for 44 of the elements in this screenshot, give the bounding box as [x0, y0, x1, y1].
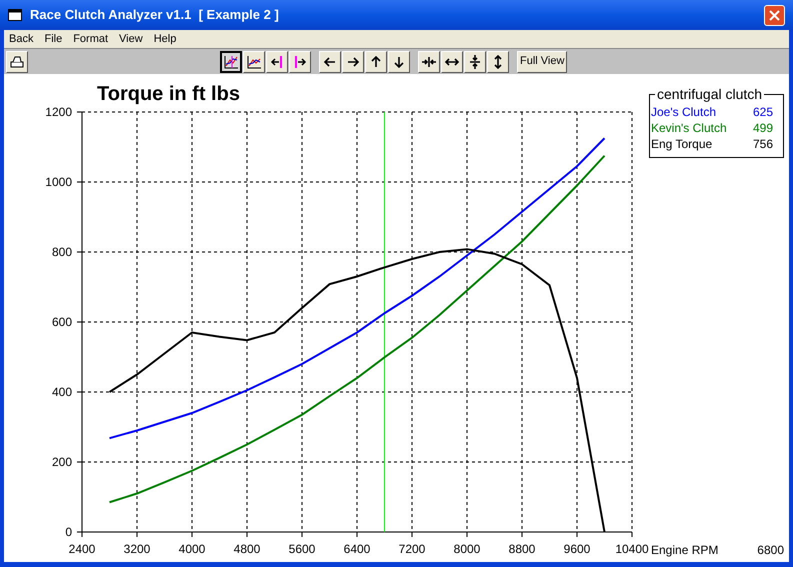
arrow-from-line-icon	[292, 54, 308, 70]
readout-label: Engine RPM	[651, 542, 718, 559]
arrow-to-line-icon	[269, 54, 285, 70]
axis-label: 8000	[454, 542, 480, 556]
close-button[interactable]	[764, 4, 785, 26]
axis-label: 1000	[45, 175, 72, 189]
menu-item[interactable]: Format	[73, 30, 108, 48]
line-chart-icon	[246, 54, 262, 70]
readout-value: 6800	[757, 542, 784, 559]
legend-value: 499	[752, 120, 773, 136]
window-title: Race Clutch Analyzer v1.1 [ Example 2 ]	[30, 6, 279, 24]
axis-label: 5600	[288, 542, 316, 556]
axis-label: 2400	[68, 542, 96, 556]
legend-value: 756	[752, 136, 773, 152]
line-chart-icon	[223, 54, 239, 70]
axis-label: 7200	[398, 542, 426, 556]
axis-label: 600	[52, 315, 72, 329]
chart-title: Torque in ft lbs	[97, 83, 240, 105]
axis-label: 0	[65, 525, 72, 539]
menu-item[interactable]: File	[44, 30, 62, 48]
menu-item[interactable]: Help	[154, 30, 176, 48]
close-icon	[769, 10, 780, 20]
menu-item[interactable]: Back	[9, 30, 34, 48]
axis-label: 200	[52, 455, 72, 469]
app-icon	[8, 9, 22, 21]
axis-label: 800	[52, 245, 72, 259]
full-view-button[interactable]: Full View	[517, 50, 568, 72]
axis-label: 6400	[344, 542, 370, 556]
axis-label: 10400	[615, 542, 649, 556]
legend-label: Joe's Clutch	[651, 104, 716, 120]
axis-label: 4000	[178, 542, 206, 556]
axis-label: 9600	[564, 542, 590, 556]
axis-label: 1200	[45, 105, 72, 119]
printer-icon	[9, 54, 25, 70]
axis-label: 4800	[234, 542, 260, 556]
legend-value: 625	[752, 104, 773, 120]
menu-item[interactable]: View	[119, 30, 143, 48]
axis-label: 8800	[508, 542, 536, 556]
toolbar-button[interactable]	[220, 50, 242, 72]
squeeze-vertical-icon	[467, 54, 483, 70]
legend-label: Kevin's Clutch	[651, 120, 727, 136]
axis-label: 400	[52, 385, 72, 399]
axis-label: 3200	[124, 542, 150, 556]
legend-label: Eng Torque	[651, 136, 712, 152]
